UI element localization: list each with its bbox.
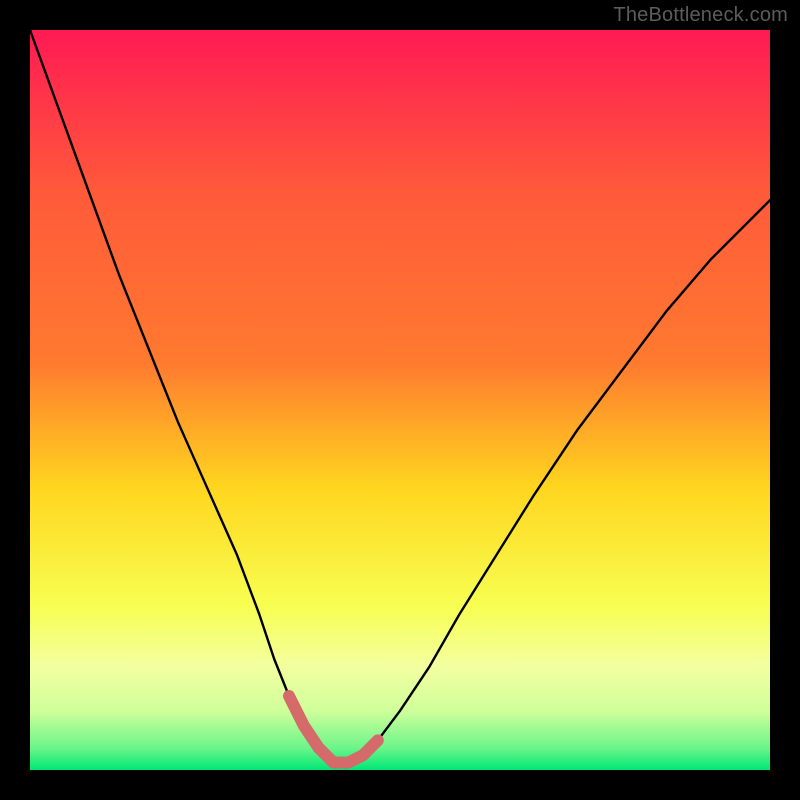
chart-svg [30, 30, 770, 770]
gradient-background [30, 30, 770, 770]
plot-area [30, 30, 770, 770]
chart-frame: TheBottleneck.com [0, 0, 800, 800]
watermark-label: TheBottleneck.com [613, 4, 788, 27]
